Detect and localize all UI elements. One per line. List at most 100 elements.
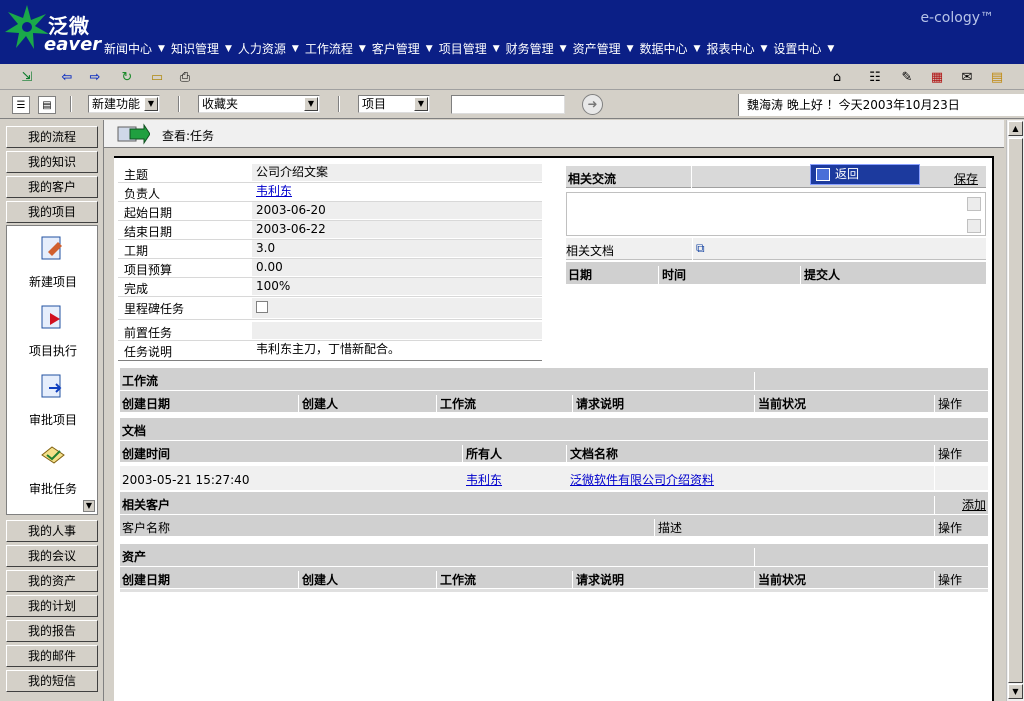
scroll-down-icon[interactable]: ▼ [1008, 684, 1023, 699]
milestone-checkbox[interactable] [256, 301, 268, 313]
panel-scroll-down-icon[interactable]: ▼ [83, 500, 95, 512]
toolbar-separator [70, 96, 72, 112]
favorites-select[interactable]: 收藏夹 ▼ [198, 95, 320, 113]
documents-section-header: 文档 [120, 418, 988, 440]
toolbar-separator [338, 96, 340, 112]
tree-view-icon[interactable]: ☰ [12, 96, 30, 114]
assets-table-footer [120, 589, 988, 592]
related-docs-row: 相关文档 ⧉ [566, 238, 986, 260]
project-apps-panel: 新建项目 项目执行 审批项目 审批任务 ▼ [6, 225, 98, 515]
refresh-icon[interactable]: ↻ [118, 68, 136, 86]
new-project-app[interactable]: 新建项目 [7, 234, 99, 290]
nav-finance[interactable]: 财务管理 ▼ [506, 40, 569, 57]
contacts-icon[interactable]: ☷ [866, 68, 884, 86]
chevron-down-icon: ▼ [414, 97, 428, 111]
sidebar-my-projects[interactable]: 我的项目 [6, 201, 98, 223]
nav-data[interactable]: 数据中心 ▼ [640, 40, 703, 57]
nav-reports[interactable]: 报表中心 ▼ [706, 40, 769, 57]
list-view-icon[interactable]: ▤ [38, 96, 56, 114]
sidebar-my-hr[interactable]: 我的人事 [6, 520, 98, 542]
chevron-down-icon: ▼ [291, 43, 299, 54]
sidebar-my-knowledge[interactable]: 我的知识 [6, 151, 98, 173]
edit-icon[interactable]: ✎ [898, 68, 916, 86]
task-subject-value: 公司介绍文案 [252, 164, 542, 181]
documents-table-header: 创建时间 所有人 文档名称 操作 [120, 440, 988, 467]
sidebar-my-sms[interactable]: 我的短信 [6, 670, 98, 692]
search-input[interactable] [451, 95, 565, 114]
approve-project-app[interactable]: 审批项目 [7, 372, 99, 428]
exit-icon[interactable]: ⇲ [18, 68, 36, 86]
task-owner-link[interactable]: 韦利东 [256, 184, 292, 198]
main-nav: 新闻中心 ▼ 知识管理 ▼ 人力资源 ▼ 工作流程 ▼ 客户管理 ▼ 项目管理 ▼ 财务管理… [104, 40, 840, 57]
task-subject-row: 主题 公司介绍文案 [118, 164, 542, 183]
folder-icon[interactable]: ▭ [148, 68, 166, 86]
sidebar-my-workflow[interactable]: 我的流程 [6, 126, 98, 148]
save-link[interactable]: 保存 [954, 170, 978, 187]
chevron-down-icon: ▼ [626, 43, 634, 54]
assets-section-header: 资产 [120, 544, 988, 570]
approve-task-app[interactable]: 审批任务 [7, 441, 99, 497]
new-function-select[interactable]: 新建功能 ▼ [88, 95, 160, 113]
breadcrumb: 查看:任务 [104, 120, 1004, 148]
assets-table-header: 创建日期 创建人 工作流 请求说明 当前状况 操作 [120, 566, 988, 593]
project-execute-icon [41, 305, 61, 329]
task-start-row: 起始日期 2003-06-20 [118, 202, 542, 221]
calendar-icon[interactable]: ▦ [928, 68, 946, 86]
chevron-down-icon: ▼ [304, 97, 318, 111]
doc-name-link[interactable]: 泛微软件有限公司介绍资料 [570, 471, 714, 488]
grid-icon[interactable]: ▤ [988, 68, 1006, 86]
chevron-down-icon: ▼ [224, 43, 232, 54]
main-scrollbar[interactable]: ▲ ▼ [1006, 120, 1024, 701]
back-icon [816, 168, 830, 181]
search-go-button[interactable]: ➜ [582, 94, 603, 115]
mail-icon[interactable]: ✉ [958, 68, 976, 86]
nav-settings[interactable]: 设置中心 ▼ [773, 40, 836, 57]
brand-label: e-cology™ [920, 10, 994, 26]
chevron-down-icon: ▼ [827, 43, 835, 54]
chevron-down-icon: ▼ [492, 43, 500, 54]
new-project-icon [41, 236, 62, 260]
chevron-down-icon: ▼ [760, 43, 768, 54]
related-comm-textarea[interactable] [566, 192, 986, 236]
print-icon[interactable]: ⎙ [176, 68, 194, 86]
related-comm-header: 相关交流 保存 [566, 166, 986, 188]
workflow-section-header: 工作流 [120, 368, 988, 394]
nav-crm[interactable]: 客户管理 ▼ [372, 40, 435, 57]
task-complete-row: 完成 100% [118, 278, 542, 297]
doc-owner-link[interactable]: 韦利东 [466, 471, 502, 488]
nav-news[interactable]: 新闻中心 ▼ [104, 40, 167, 57]
scroll-up-icon[interactable]: ▲ [1008, 121, 1023, 136]
function-toolbar: ☰ ▤ 新建功能 ▼ 收藏夹 ▼ 项目 ▼ ➜ 魏海涛 晚上好 ！今天2003年10月… [0, 91, 1024, 119]
chevron-down-icon: ▼ [144, 97, 158, 111]
sidebar-my-customers[interactable]: 我的客户 [6, 176, 98, 198]
workflow-table-header: 创建日期 创建人 工作流 请求说明 当前状况 操作 [120, 390, 988, 417]
sidebar-my-plans[interactable]: 我的计划 [6, 595, 98, 617]
scroll-thumb[interactable] [1008, 138, 1023, 683]
forward-arrow-icon[interactable]: ⇨ [86, 68, 104, 86]
add-customer-link[interactable]: 添加 [962, 496, 986, 513]
nav-assets[interactable]: 资产管理 ▼ [573, 40, 636, 57]
textarea-scroll-up[interactable] [967, 197, 981, 211]
nav-workflow[interactable]: 工作流程 ▼ [305, 40, 368, 57]
nav-project[interactable]: 项目管理 ▼ [439, 40, 502, 57]
chevron-down-icon: ▼ [358, 43, 366, 54]
docs-browse-icon[interactable]: ⧉ [696, 241, 705, 256]
search-type-select[interactable]: 项目 ▼ [358, 95, 430, 113]
back-arrow-icon[interactable]: ⇦ [58, 68, 76, 86]
sidebar-my-reports[interactable]: 我的报告 [6, 620, 98, 642]
task-predecessor-row: 前置任务 [118, 322, 542, 341]
comm-table-header: 日期 时间 提交人 [566, 262, 986, 288]
sidebar-my-meetings[interactable]: 我的会议 [6, 545, 98, 567]
page-title: 查看:任务 [162, 129, 215, 143]
task-description-row: 任务说明 韦利东主刀，丁惜新配合。 [118, 341, 542, 361]
back-button[interactable]: 返回 [810, 164, 920, 185]
project-execute-app[interactable]: 项目执行 [7, 303, 99, 359]
customers-table-header: 客户名称 描述 操作 [120, 514, 988, 541]
home-icon[interactable]: ⌂ [828, 68, 846, 86]
chevron-down-icon: ▼ [425, 43, 433, 54]
textarea-scroll-down[interactable] [967, 219, 981, 233]
sidebar-my-mail[interactable]: 我的邮件 [6, 645, 98, 667]
nav-hr[interactable]: 人力资源 ▼ [238, 40, 301, 57]
nav-knowledge[interactable]: 知识管理 ▼ [171, 40, 234, 57]
sidebar-my-assets[interactable]: 我的资产 [6, 570, 98, 592]
